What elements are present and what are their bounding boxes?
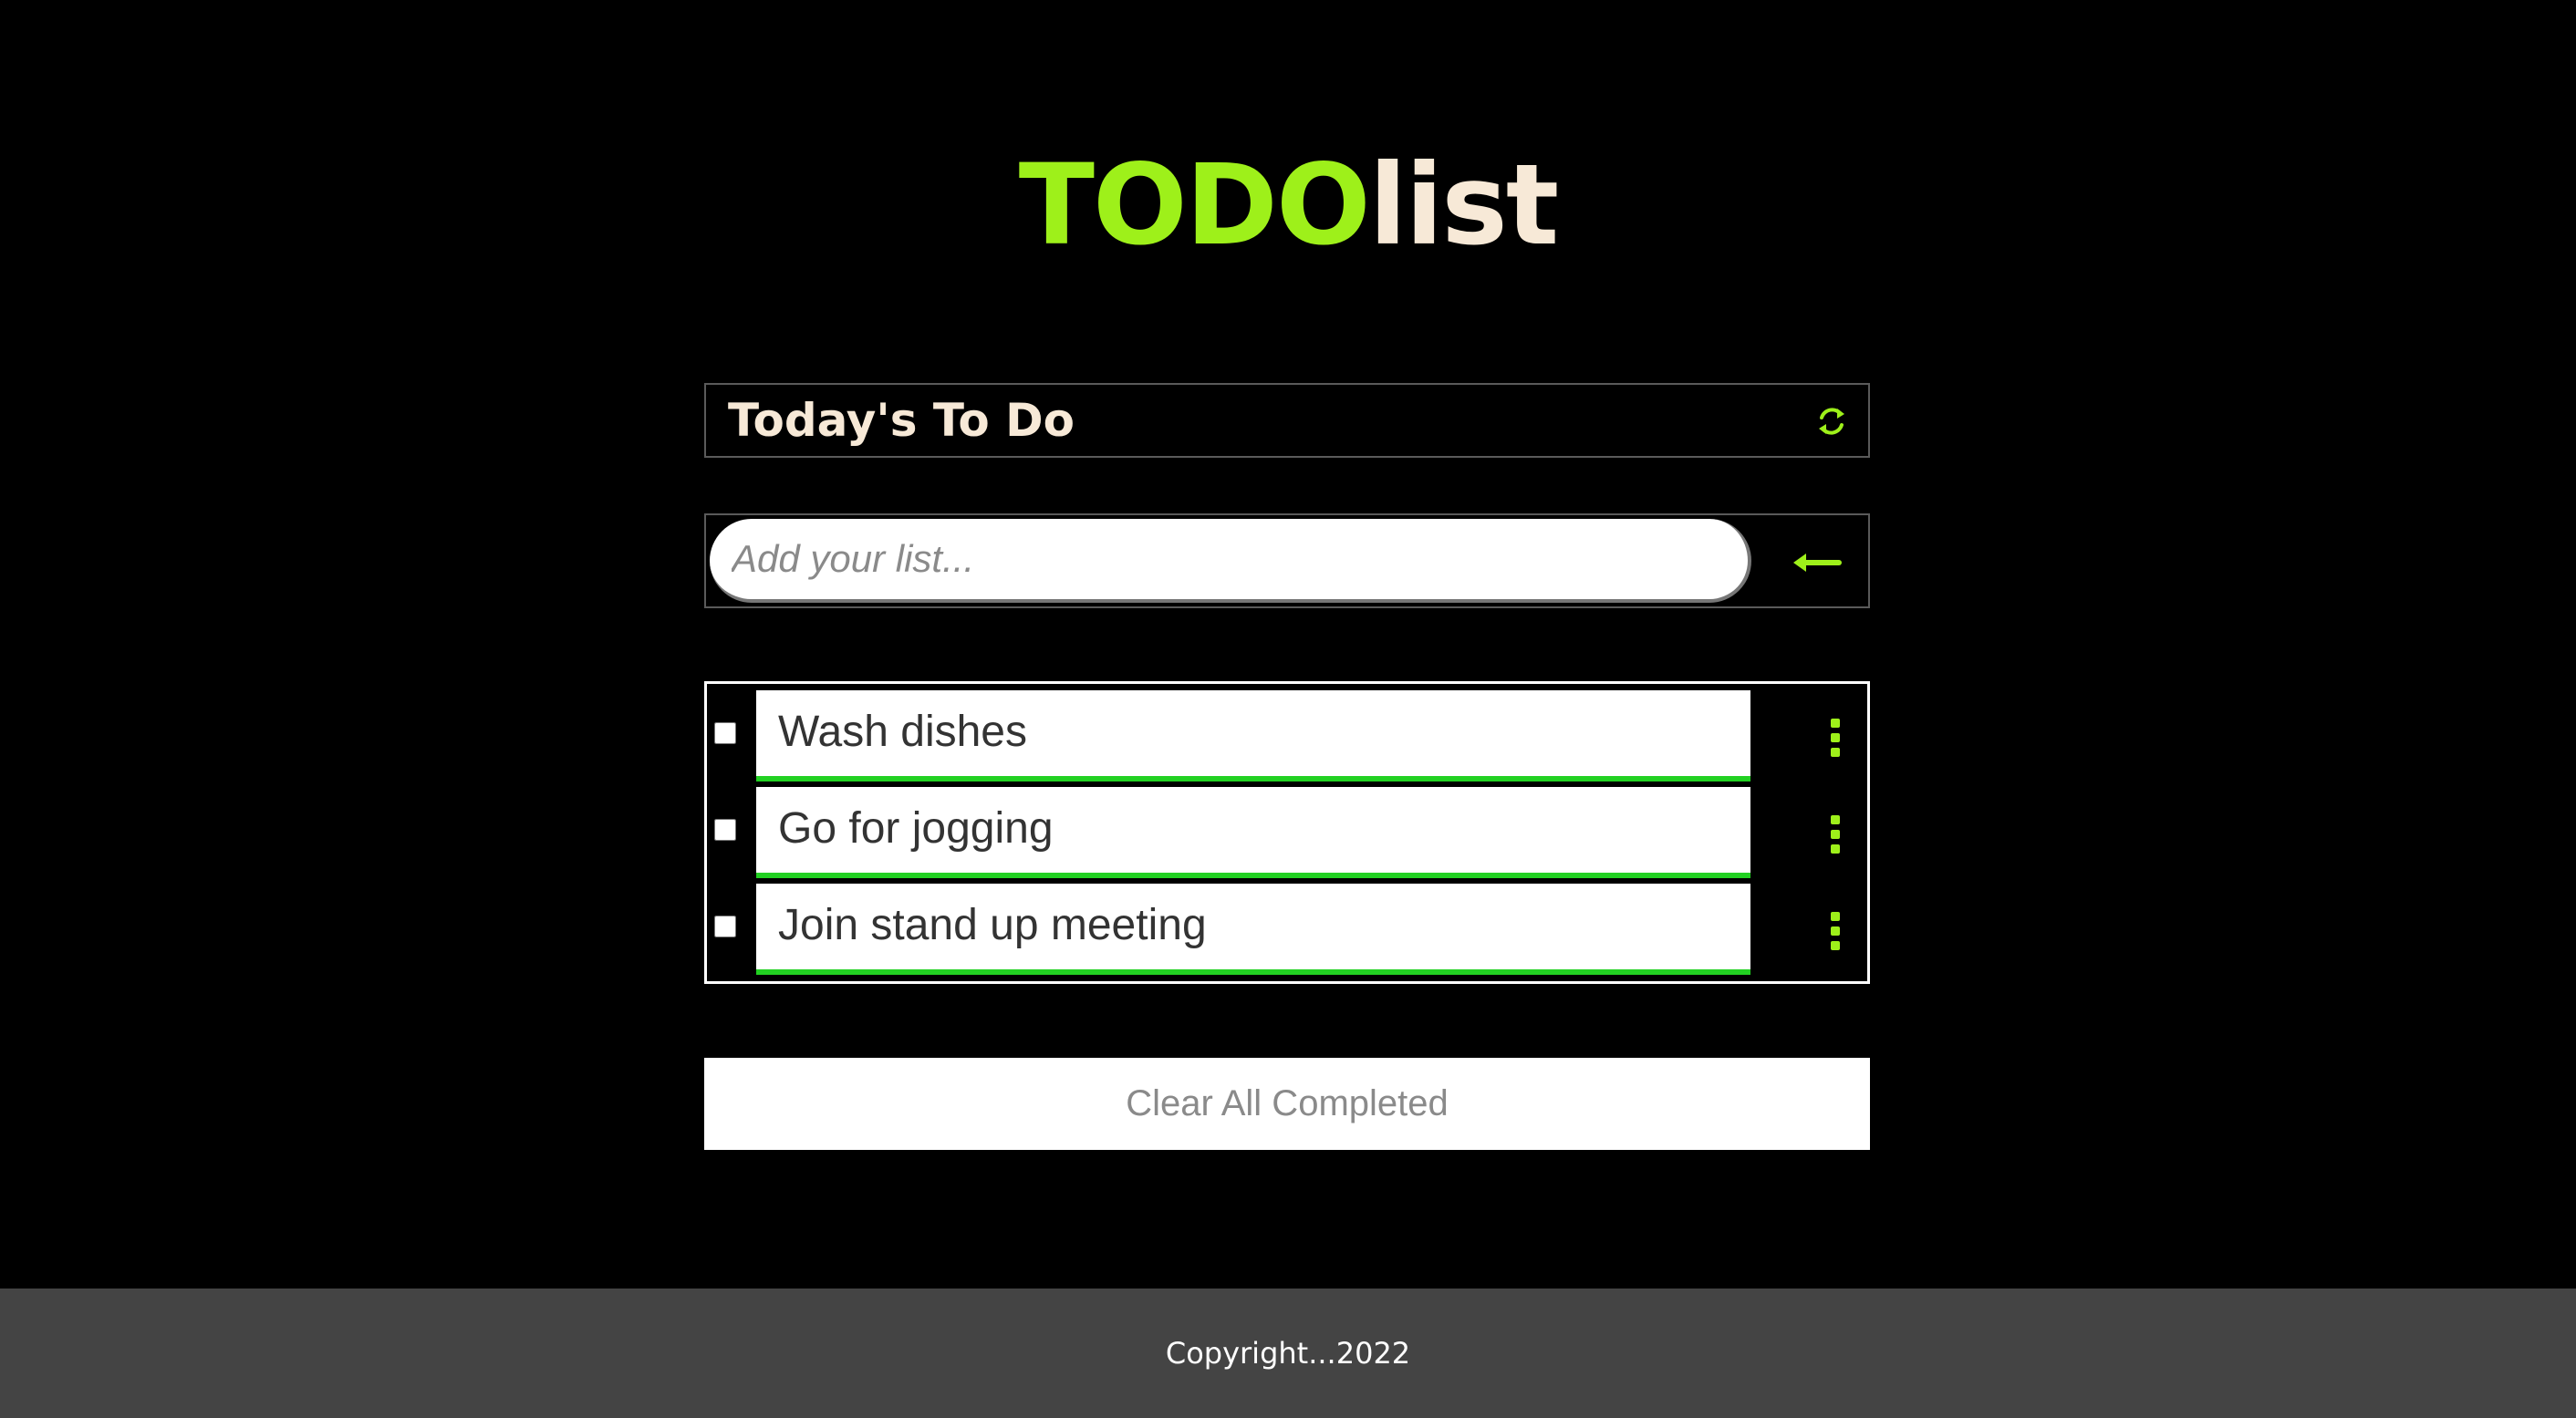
- add-item-button[interactable]: [1770, 519, 1861, 603]
- copyright-text: Copyright...2022: [1165, 1336, 1411, 1371]
- arrow-left-icon: [1793, 554, 1842, 572]
- footer: Copyright...2022: [0, 1289, 2576, 1418]
- todo-list: Wash dishes Go for jogging Join stand up…: [704, 681, 1870, 984]
- more-options-icon[interactable]: [1829, 813, 1842, 855]
- todo-item: Wash dishes: [707, 686, 1867, 781]
- app-title-accent: TODO: [1018, 140, 1371, 270]
- clear-completed-button[interactable]: Clear All Completed: [704, 1058, 1870, 1150]
- todo-text[interactable]: Wash dishes: [756, 690, 1750, 781]
- todo-item: Join stand up meeting: [707, 879, 1867, 975]
- todo-checkbox[interactable]: [714, 819, 736, 841]
- todo-text[interactable]: Join stand up meeting: [756, 884, 1750, 975]
- app-title: TODOlist: [0, 137, 2576, 274]
- more-options-icon[interactable]: [1829, 717, 1842, 759]
- add-item-bar: [704, 513, 1870, 608]
- date-header: Today's To Do: [704, 383, 1870, 458]
- todo-text[interactable]: Go for jogging: [756, 787, 1750, 878]
- todo-checkbox[interactable]: [714, 916, 736, 937]
- more-options-icon[interactable]: [1829, 910, 1842, 952]
- page: TODOlist Today's To Do Wash dishes: [0, 0, 2576, 1418]
- todo-item: Go for jogging: [707, 782, 1867, 878]
- add-list-input[interactable]: [710, 519, 1751, 603]
- refresh-icon[interactable]: [1813, 403, 1850, 440]
- date-title: Today's To Do: [728, 394, 1075, 447]
- app-title-rest: list: [1368, 140, 1560, 270]
- todo-checkbox[interactable]: [714, 722, 736, 744]
